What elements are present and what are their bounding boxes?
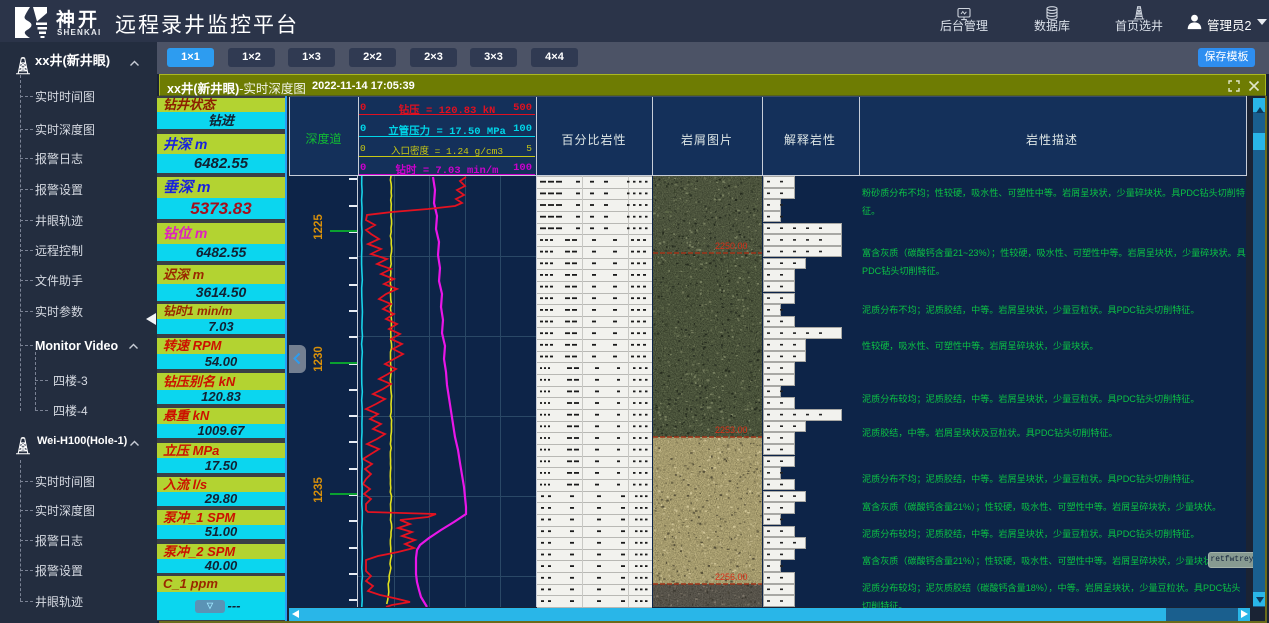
svg-text:2250.00: 2250.00 [715,241,748,251]
svg-text:2256.00: 2256.00 [715,572,748,582]
svg-text:2253.00: 2253.00 [715,425,748,435]
